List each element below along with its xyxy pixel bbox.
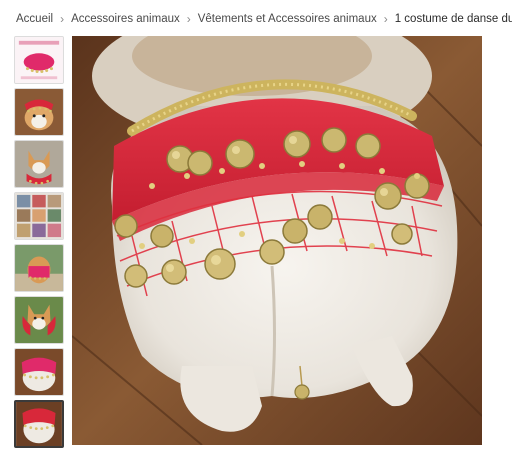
breadcrumb: Accueil › Accessoires animaux › Vêtement… <box>16 10 512 28</box>
breadcrumb-separator-icon: › <box>186 12 191 26</box>
thumbnail-1[interactable] <box>14 36 64 84</box>
photo-collage-image <box>15 193 63 239</box>
breadcrumb-current-product: 1 costume de danse du ventre <box>394 13 512 25</box>
dog-photo-image <box>15 89 63 135</box>
breadcrumb-pet-clothing-link[interactable]: Vêtements et Accessoires animaux <box>198 13 377 25</box>
product-banner-image <box>15 37 63 83</box>
thumbnail-7[interactable] <box>14 348 64 396</box>
breadcrumb-home-link[interactable]: Accueil <box>16 13 53 25</box>
dog-back-photo-image <box>15 349 63 395</box>
dog-back-photo-image <box>16 402 62 446</box>
dog-photo-image <box>15 141 63 187</box>
breadcrumb-separator-icon: › <box>383 12 388 26</box>
thumbnail-2[interactable] <box>14 88 64 136</box>
main-product-image[interactable] <box>72 36 482 445</box>
dog-photo-image <box>15 245 63 291</box>
thumbnail-6[interactable] <box>14 296 64 344</box>
thumbnail-5[interactable] <box>14 244 64 292</box>
breadcrumb-pet-accessories-link[interactable]: Accessoires animaux <box>71 13 180 25</box>
thumbnail-8-selected[interactable] <box>14 400 64 448</box>
dog-photo-image <box>15 297 63 343</box>
dog-wearing-belly-dance-costume-image <box>72 36 482 445</box>
thumbnail-4[interactable] <box>14 192 64 240</box>
breadcrumb-separator-icon: › <box>60 12 65 26</box>
thumbnail-3[interactable] <box>14 140 64 188</box>
